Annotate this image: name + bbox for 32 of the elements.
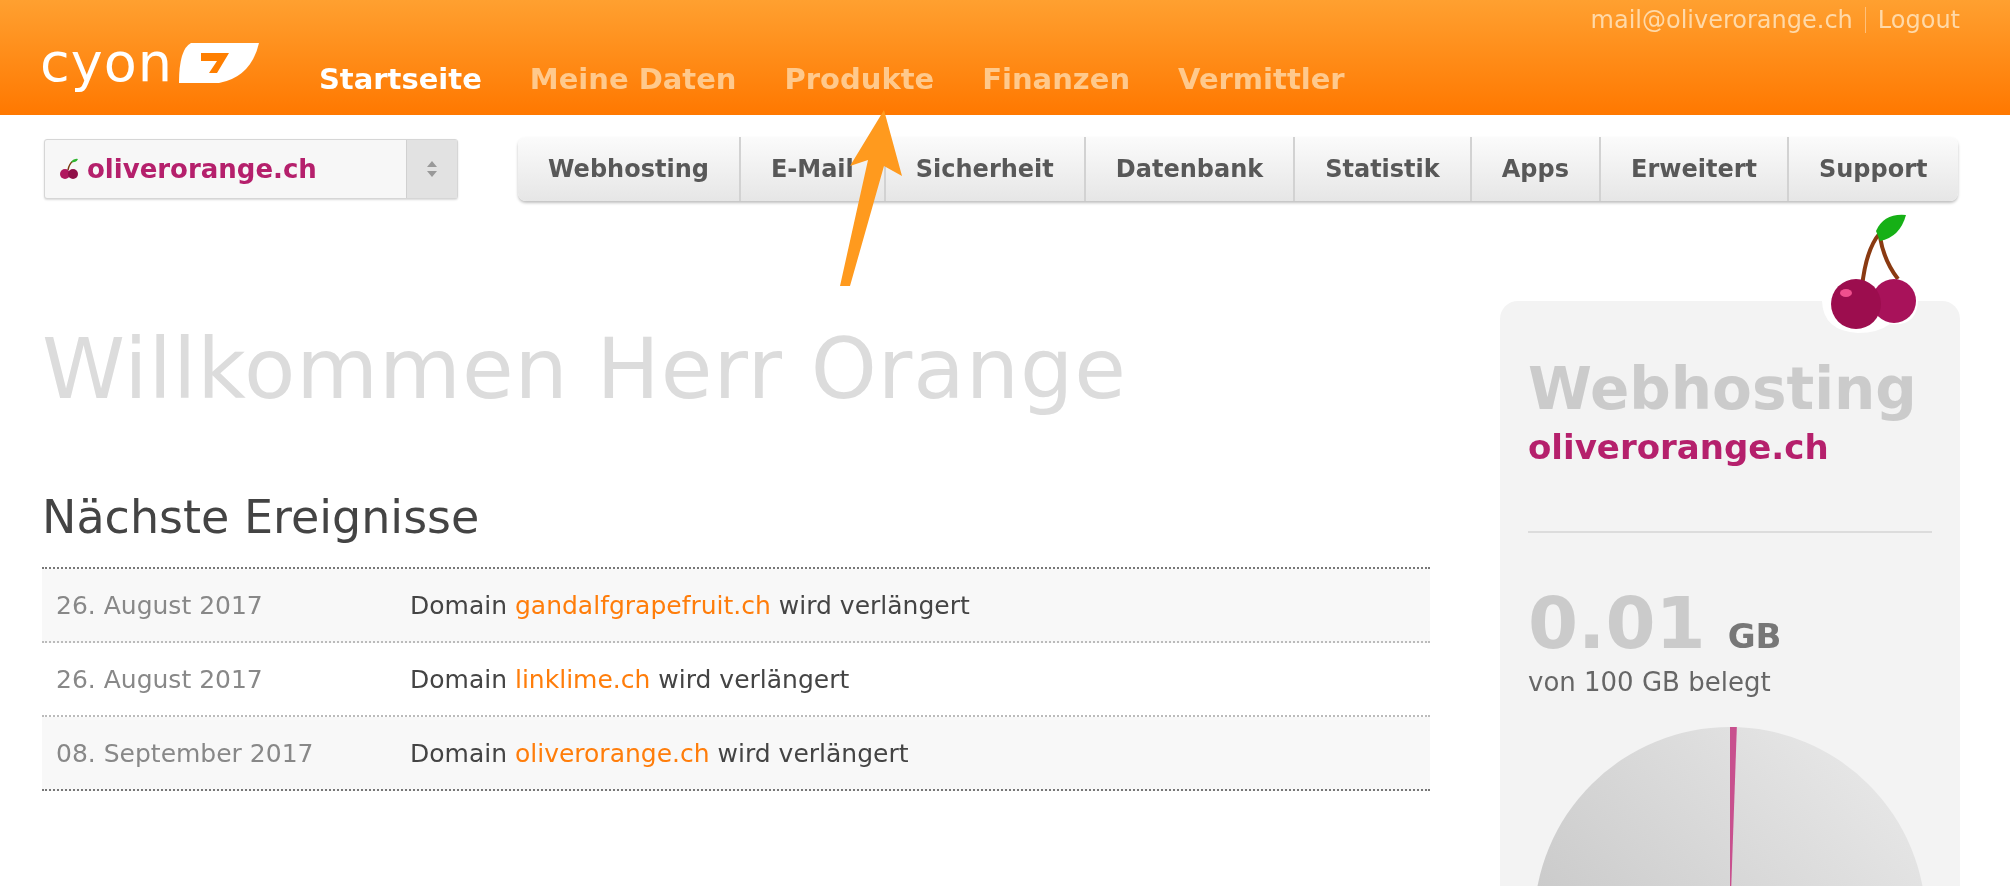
tab[interactable]: Support bbox=[1788, 137, 1958, 201]
event-date: 08. September 2017 bbox=[55, 738, 315, 768]
section-heading: Nächste Ereignisse bbox=[42, 489, 481, 546]
domain-link[interactable]: linklime.ch bbox=[514, 664, 651, 694]
logo-icon bbox=[178, 43, 259, 83]
domain-select[interactable]: oliverorange.ch bbox=[44, 139, 458, 199]
nav-link[interactable]: Produkte bbox=[784, 61, 935, 97]
event-text: Domain linklime.ch wird verlängert bbox=[410, 664, 850, 694]
tab[interactable]: Apps bbox=[1471, 137, 1601, 201]
tab[interactable]: Webhosting bbox=[518, 137, 741, 201]
logo[interactable]: cyon bbox=[40, 31, 173, 95]
tab[interactable]: Datenbank bbox=[1085, 137, 1296, 201]
logout-link[interactable]: Logout bbox=[1877, 6, 1960, 34]
event-date: 26. August 2017 bbox=[55, 664, 264, 694]
tab[interactable]: Erweitert bbox=[1601, 137, 1789, 201]
nav-link[interactable]: Meine Daten bbox=[529, 61, 737, 97]
event-text: Domain oliverorange.ch wird verlängert bbox=[410, 738, 909, 768]
email-link[interactable]: mail@oliverorange.ch bbox=[1590, 6, 1853, 34]
nav-link[interactable]: Vermittler bbox=[1178, 61, 1345, 97]
event-text: Domain gandalfgrapefruit.ch wird verlängert bbox=[410, 590, 970, 620]
nav-link[interactable]: Startseite bbox=[318, 61, 482, 97]
domain-link[interactable]: oliverorange.ch bbox=[514, 738, 710, 768]
domain-link[interactable]: gandalfgrapefruit.ch bbox=[514, 590, 771, 620]
usage-caption: von 100 GB belegt bbox=[1528, 667, 1772, 697]
event-date: 26. August 2017 bbox=[55, 590, 264, 620]
tab[interactable]: Sicherheit bbox=[885, 137, 1086, 201]
stepper-icon bbox=[406, 140, 457, 198]
tab[interactable]: Statistik bbox=[1295, 137, 1472, 201]
usage-unit: GB bbox=[1727, 616, 1782, 656]
domain-name: oliverorange.ch bbox=[1528, 427, 1830, 467]
cherry-icon bbox=[59, 158, 79, 180]
nav-link[interactable]: Finanzen bbox=[982, 61, 1131, 97]
